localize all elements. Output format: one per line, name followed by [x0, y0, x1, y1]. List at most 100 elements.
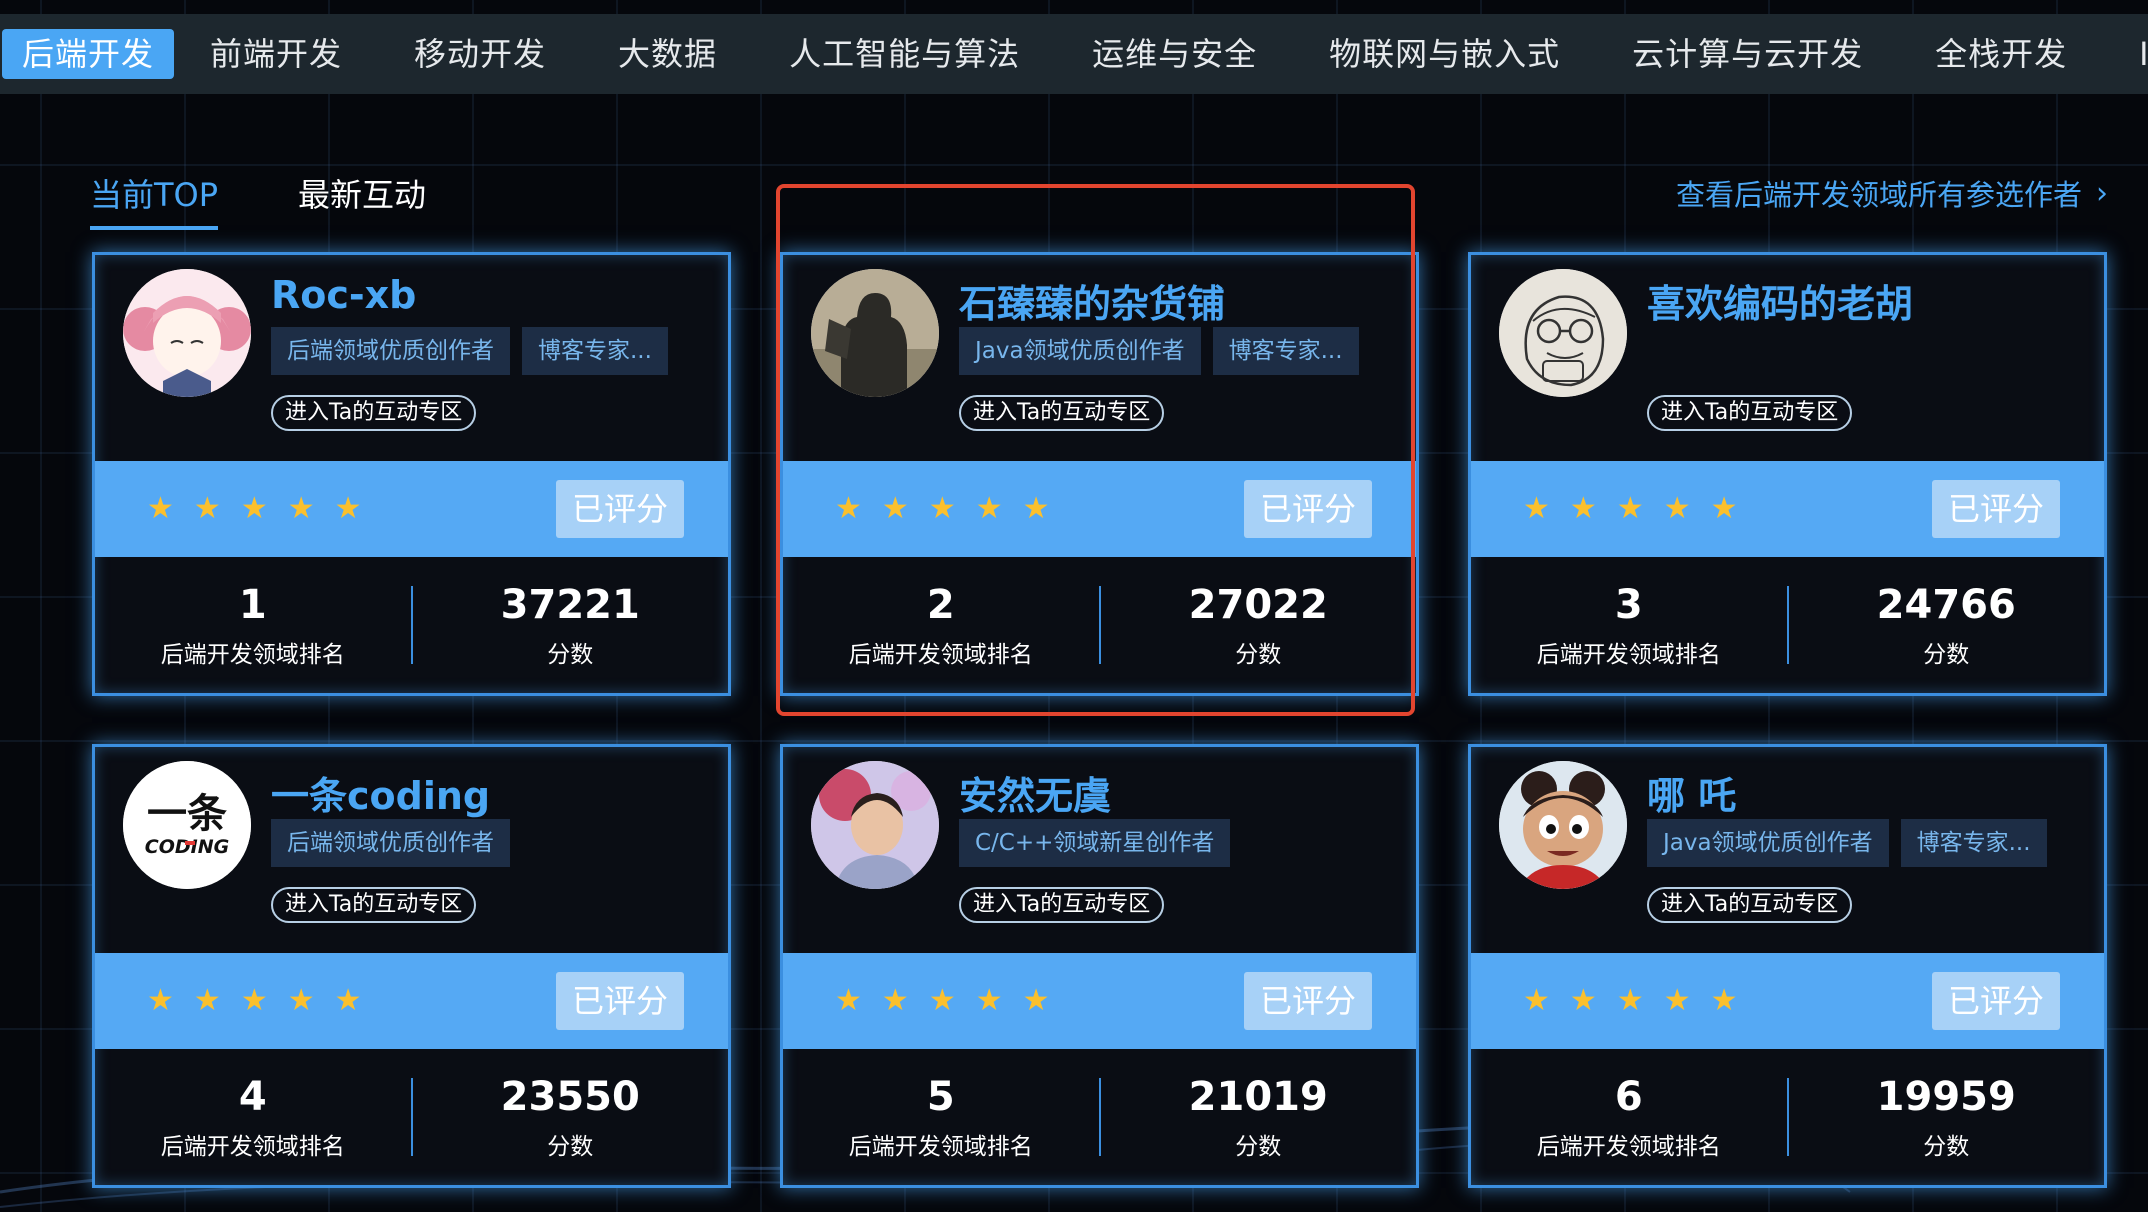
rank-label: 后端开发领域排名 — [848, 642, 1033, 668]
star-icon[interactable]: ★ — [1023, 986, 1050, 1016]
rating-bar: ★ ★ ★ ★ ★ 已评分 — [95, 461, 728, 557]
star-icon[interactable]: ★ — [1664, 986, 1691, 1016]
rated-button[interactable]: 已评分 — [1932, 480, 2060, 538]
star-icon[interactable]: ★ — [929, 986, 956, 1016]
tab-latest-interaction[interactable]: 最新互动 — [298, 170, 426, 230]
rated-button[interactable]: 已评分 — [1932, 972, 2060, 1030]
rank-value: 4 — [238, 1074, 267, 1120]
avatar[interactable] — [1499, 761, 1627, 889]
enter-interaction-zone-button[interactable]: 进入Ta的互动专区 — [1647, 887, 1853, 923]
star-icon[interactable]: ★ — [1523, 494, 1550, 524]
star-rating[interactable]: ★ ★ ★ ★ ★ — [147, 494, 362, 524]
cartoon-nezha-avatar-icon — [1499, 761, 1627, 889]
nav-item-ai[interactable]: 人工智能与算法 — [753, 29, 1056, 79]
score-value: 23550 — [500, 1074, 640, 1120]
enter-interaction-zone-button[interactable]: 进入Ta的互动专区 — [271, 887, 477, 923]
star-icon[interactable]: ★ — [1570, 986, 1597, 1016]
star-icon[interactable]: ★ — [1023, 494, 1050, 524]
score-label: 分数 — [1235, 642, 1282, 668]
view-all-authors-link[interactable]: 查看后端开发领域所有参选作者 › — [1676, 172, 2108, 214]
creator-badge: Java领域优质创作者 — [1647, 819, 1889, 867]
author-name[interactable]: 哪 吒 — [1647, 765, 1736, 820]
star-icon[interactable]: ★ — [882, 494, 909, 524]
star-icon[interactable]: ★ — [147, 494, 174, 524]
star-icon[interactable]: ★ — [194, 494, 221, 524]
star-icon[interactable]: ★ — [835, 494, 862, 524]
rank-label: 后端开发领域排名 — [1536, 1134, 1721, 1160]
star-rating[interactable]: ★ ★ ★ ★ ★ — [835, 986, 1050, 1016]
expert-badge: 博客专家... — [522, 327, 668, 375]
star-icon[interactable]: ★ — [882, 986, 909, 1016]
expert-badge: 博客专家... — [1212, 327, 1359, 375]
author-stats: 3 后端开发领域排名 24766 分数 — [1471, 557, 2104, 693]
avatar[interactable]: 一条 CODING — [123, 761, 251, 889]
score-value: 24766 — [1876, 582, 2016, 628]
badge-list: 后端领域优质创作者 博客专家... — [271, 327, 668, 375]
rank-value: 5 — [926, 1074, 955, 1120]
star-icon[interactable]: ★ — [976, 986, 1003, 1016]
rated-button[interactable]: 已评分 — [556, 972, 684, 1030]
enter-interaction-zone-button[interactable]: 进入Ta的互动专区 — [959, 887, 1165, 923]
rated-button[interactable]: 已评分 — [556, 480, 684, 538]
score-label: 分数 — [1235, 1134, 1282, 1160]
creator-badge: Java领域优质创作者 — [959, 327, 1201, 375]
enter-interaction-zone-button[interactable]: 进入Ta的互动专区 — [1647, 395, 1853, 431]
rated-button[interactable]: 已评分 — [1244, 480, 1372, 538]
star-rating[interactable]: ★ ★ ★ ★ ★ — [1523, 986, 1738, 1016]
author-stats: 6 后端开发领域排名 19959 分数 — [1471, 1049, 2104, 1185]
nav-item-fullstack[interactable]: 全栈开发 — [1899, 29, 2103, 79]
star-icon[interactable]: ★ — [288, 494, 315, 524]
star-icon[interactable]: ★ — [1664, 494, 1691, 524]
star-icon[interactable]: ★ — [929, 494, 956, 524]
nav-item-ops-security[interactable]: 运维与安全 — [1056, 29, 1293, 79]
expert-badge: 博客专家... — [1900, 819, 2047, 867]
rated-button[interactable]: 已评分 — [1244, 972, 1372, 1030]
author-name[interactable]: 安然无虞 — [959, 765, 1111, 820]
star-icon[interactable]: ★ — [1617, 986, 1644, 1016]
tab-current-top[interactable]: 当前TOP — [90, 170, 219, 230]
star-icon[interactable]: ★ — [335, 494, 362, 524]
star-icon[interactable]: ★ — [241, 494, 268, 524]
star-rating[interactable]: ★ ★ ★ ★ ★ — [1523, 494, 1738, 524]
enter-interaction-zone-button[interactable]: 进入Ta的互动专区 — [959, 395, 1165, 431]
star-icon[interactable]: ★ — [835, 986, 862, 1016]
star-icon[interactable]: ★ — [194, 986, 221, 1016]
logo-subtext: CODING — [145, 836, 229, 858]
author-name[interactable]: 一条coding — [271, 765, 490, 820]
star-icon[interactable]: ★ — [241, 986, 268, 1016]
avatar[interactable] — [1499, 269, 1627, 397]
star-rating[interactable]: ★ ★ ★ ★ ★ — [835, 494, 1050, 524]
nav-item-bigdata[interactable]: 大数据 — [582, 29, 753, 79]
rank-stat: 5 后端开发领域排名 — [783, 1073, 1099, 1161]
rank-stat: 6 后端开发领域排名 — [1471, 1073, 1787, 1161]
star-rating[interactable]: ★ ★ ★ ★ ★ — [147, 986, 362, 1016]
author-name[interactable]: 石臻臻的杂货铺 — [959, 273, 1225, 328]
star-icon[interactable]: ★ — [1711, 986, 1738, 1016]
nav-item-mobile[interactable]: 移动开发 — [378, 29, 582, 79]
star-icon[interactable]: ★ — [335, 986, 362, 1016]
nav-item-frontend[interactable]: 前端开发 — [174, 29, 378, 79]
sketch-face-avatar-icon — [1499, 269, 1627, 397]
score-label: 分数 — [547, 642, 594, 668]
avatar[interactable] — [123, 269, 251, 397]
rating-bar: ★ ★ ★ ★ ★ 已评分 — [95, 953, 728, 1049]
nav-item-cloud[interactable]: 云计算与云开发 — [1596, 29, 1899, 79]
logo-text: 一条 — [147, 790, 227, 837]
star-icon[interactable]: ★ — [288, 986, 315, 1016]
avatar[interactable] — [811, 761, 939, 889]
author-name[interactable]: Roc-xb — [271, 273, 416, 317]
enter-interaction-zone-button[interactable]: 进入Ta的互动专区 — [271, 395, 477, 431]
star-icon[interactable]: ★ — [147, 986, 174, 1016]
nav-item-it-other[interactable]: IT其他 — [2103, 29, 2148, 79]
star-icon[interactable]: ★ — [1711, 494, 1738, 524]
star-icon[interactable]: ★ — [1617, 494, 1644, 524]
nav-item-backend[interactable]: 后端开发 — [2, 29, 175, 79]
avatar[interactable] — [811, 269, 939, 397]
nav-item-iot[interactable]: 物联网与嵌入式 — [1293, 29, 1596, 79]
author-name[interactable]: 喜欢编码的老胡 — [1647, 273, 1913, 328]
star-icon[interactable]: ★ — [976, 494, 1003, 524]
badge-list: 后端领域优质创作者 — [271, 819, 510, 867]
star-icon[interactable]: ★ — [1570, 494, 1597, 524]
star-icon[interactable]: ★ — [1523, 986, 1550, 1016]
score-label: 分数 — [547, 1134, 594, 1160]
